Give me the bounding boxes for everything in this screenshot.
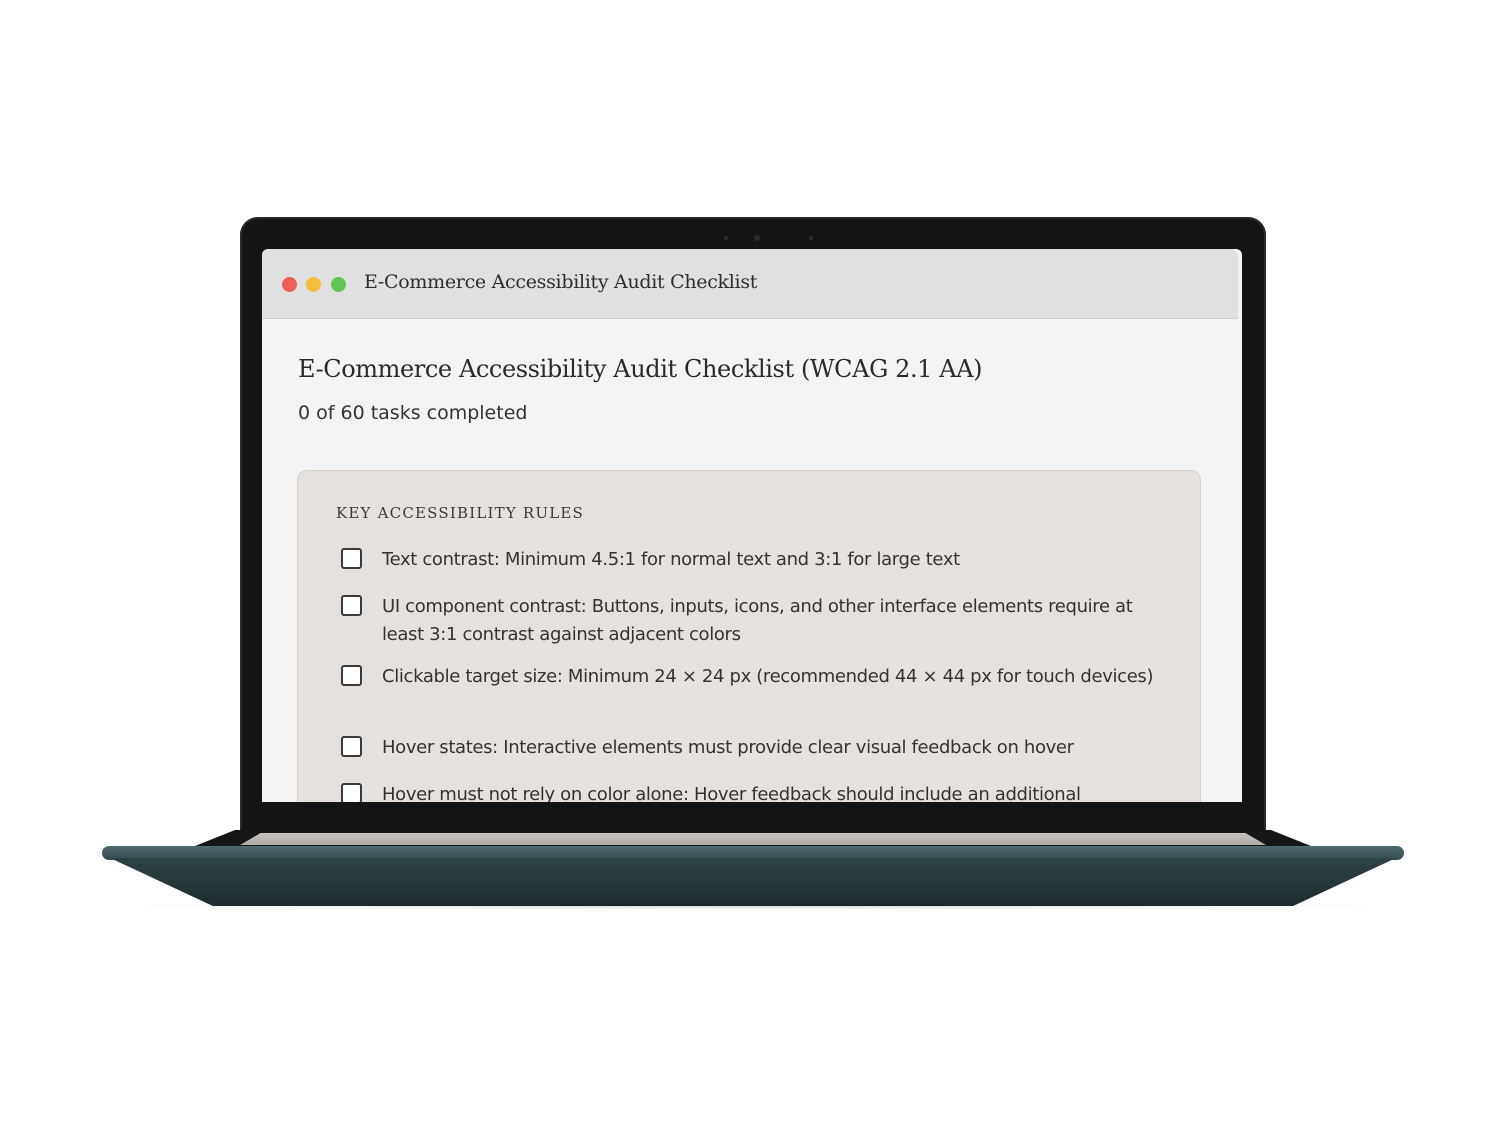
rule-label: UI component contrast: Buttons, inputs, … xyxy=(382,596,1133,645)
laptop-shadow xyxy=(90,902,1416,910)
laptop-base xyxy=(110,858,1396,906)
webcam-icon xyxy=(754,235,760,241)
rule-label: Text contrast: Minimum 4.5:1 for normal … xyxy=(382,549,960,570)
page-title: E-Commerce Accessibility Audit Checklist… xyxy=(298,355,983,383)
close-window-button[interactable] xyxy=(282,277,297,292)
laptop-mockup: E-Commerce Accessibility Audit Checklist… xyxy=(0,0,1500,1125)
sensor-icon xyxy=(724,236,728,240)
key-rules-panel: KEY ACCESSIBILITY RULES Text contrast: M… xyxy=(297,470,1201,802)
rule-label: Hover must not rely on color alone: Hove… xyxy=(382,784,1081,802)
rule-label: Hover states: Interactive elements must … xyxy=(382,737,1074,758)
app-window: E-Commerce Accessibility Audit Checklist… xyxy=(262,249,1242,802)
window-title: E-Commerce Accessibility Audit Checklist xyxy=(364,271,758,293)
progress-counter: 0 of 60 tasks completed xyxy=(298,402,528,424)
rule-label: Clickable target size: Minimum 24 × 24 p… xyxy=(382,666,1154,687)
rule-checkbox[interactable] xyxy=(341,665,362,686)
minimize-window-button[interactable] xyxy=(306,277,321,292)
rule-checkbox[interactable] xyxy=(341,783,362,802)
panel-heading: KEY ACCESSIBILITY RULES xyxy=(336,504,585,522)
laptop-base-edge xyxy=(102,846,1404,860)
rule-checkbox[interactable] xyxy=(341,548,362,569)
maximize-window-button[interactable] xyxy=(331,277,346,292)
window-titlebar: E-Commerce Accessibility Audit Checklist xyxy=(262,249,1238,319)
rule-checkbox[interactable] xyxy=(341,736,362,757)
sensor-icon xyxy=(809,236,813,240)
keyboard-edge xyxy=(240,833,1266,845)
rule-checkbox[interactable] xyxy=(341,595,362,616)
